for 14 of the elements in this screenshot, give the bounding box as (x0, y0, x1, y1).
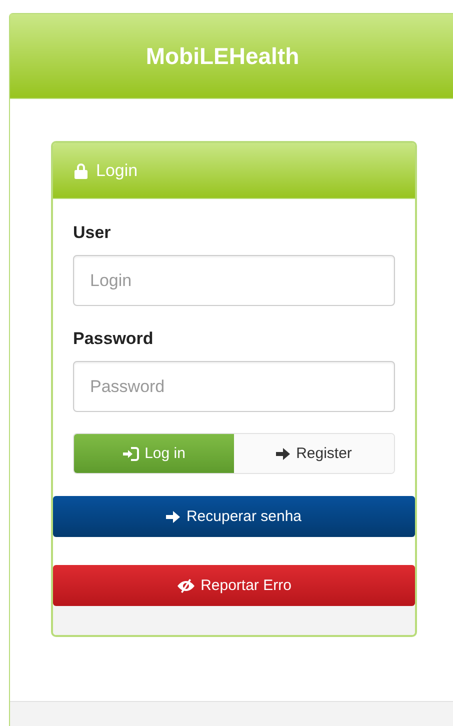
input-field[interactable]: Login (73, 255, 395, 306)
lock-icon (73, 162, 89, 179)
panel-title: Login (96, 160, 138, 180)
recover-button[interactable]: Recuperar senha (53, 496, 415, 537)
arrow-right-icon (276, 448, 290, 460)
toggle-button[interactable]: Register (234, 434, 394, 473)
app-title: MobiLEHealth (146, 42, 300, 70)
eye-slash-icon (176, 578, 195, 592)
field-label: User (73, 223, 112, 243)
arrow-right-icon (166, 510, 180, 522)
password-field[interactable]: Password (73, 361, 395, 412)
report-button[interactable]: Reportar Erro (53, 565, 415, 606)
sign-in-icon (122, 446, 139, 460)
field-label: Password (73, 329, 154, 349)
